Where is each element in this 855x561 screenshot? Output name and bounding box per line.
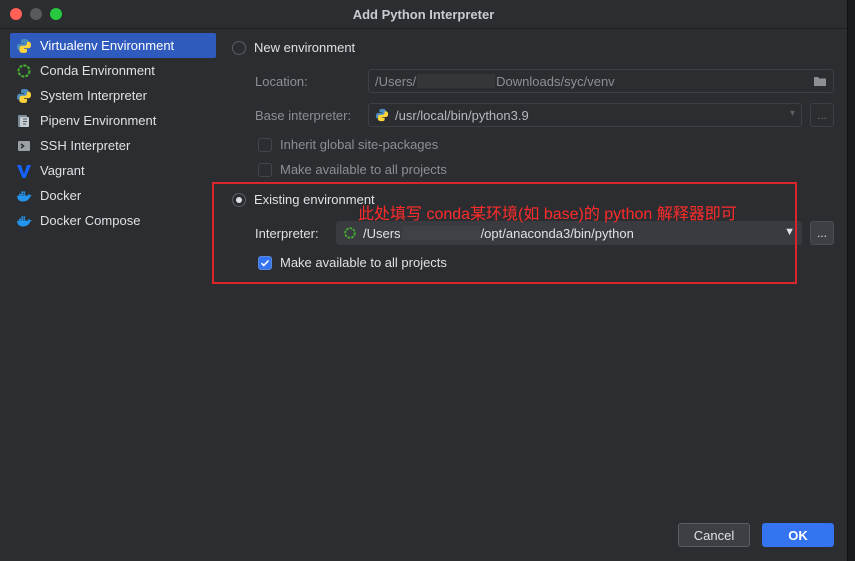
dialog-title: Add Python Interpreter xyxy=(352,7,495,22)
location-label: Location: xyxy=(255,74,308,89)
chevron-down-icon: ▾ xyxy=(789,108,795,119)
base-interpreter-value: /usr/local/bin/python3.9 xyxy=(395,107,529,123)
title-bar: Add Python Interpreter xyxy=(0,0,847,29)
ssh-icon xyxy=(16,138,32,154)
sidebar-item-docker-compose[interactable]: Docker Compose xyxy=(10,208,220,233)
sidebar-item-docker[interactable]: Docker xyxy=(10,183,220,208)
sidebar-item-virtualenv[interactable]: Virtualenv Environment xyxy=(10,33,216,58)
sidebar-item-label: Conda Environment xyxy=(40,63,155,78)
docker-icon xyxy=(16,188,32,204)
redacted-username xyxy=(417,74,496,88)
window-edge xyxy=(848,0,855,561)
pipenv-icon xyxy=(16,113,32,129)
sidebar-item-conda[interactable]: Conda Environment xyxy=(10,58,220,83)
docker-compose-icon xyxy=(16,213,32,229)
inherit-packages-checkbox[interactable] xyxy=(258,137,272,152)
sidebar-item-label: Docker xyxy=(40,188,82,203)
base-interpreter-browse-button[interactable]: ... xyxy=(810,103,834,127)
inherit-packages-row[interactable]: Inherit global site-packages xyxy=(258,137,438,152)
vagrant-icon xyxy=(16,163,32,179)
cancel-button[interactable]: Cancel xyxy=(678,523,750,547)
base-interpreter-select[interactable]: /usr/local/bin/python3.9 ▾ xyxy=(368,103,802,127)
conda-icon xyxy=(16,63,32,79)
folder-icon[interactable] xyxy=(813,74,827,91)
new-env-make-available-checkbox[interactable] xyxy=(258,162,272,177)
new-environment-radio[interactable]: New environment xyxy=(232,40,355,55)
dialog-window: Add Python Interpreter Virtualenv Enviro… xyxy=(0,0,848,561)
virtualenv-icon xyxy=(16,38,32,54)
radio-button[interactable] xyxy=(232,40,246,55)
base-interpreter-label: Base interpreter: xyxy=(255,108,352,123)
new-environment-label: New environment xyxy=(254,40,356,55)
location-value-suffix: Downloads/syc/venv xyxy=(496,73,615,89)
python-icon xyxy=(375,108,389,122)
new-env-make-available-label: Make available to all projects xyxy=(280,162,447,177)
inherit-packages-label: Inherit global site-packages xyxy=(280,137,439,152)
location-value-prefix: /Users/ xyxy=(375,73,417,89)
sidebar-item-system[interactable]: System Interpreter xyxy=(10,83,220,108)
ok-button[interactable]: OK xyxy=(762,523,834,547)
interpreter-type-list: Virtualenv Environment Conda Environment… xyxy=(10,33,220,233)
sidebar-item-pipenv[interactable]: Pipenv Environment xyxy=(10,108,220,133)
annotation-text: 此处填写 conda某环境(如 base)的 python 解释器即可 xyxy=(358,206,737,223)
sidebar-item-ssh[interactable]: SSH Interpreter xyxy=(10,133,220,158)
sidebar-item-label: Pipenv Environment xyxy=(40,113,157,128)
sidebar-item-label: Vagrant xyxy=(40,163,85,178)
sidebar-item-label: Docker Compose xyxy=(40,213,141,228)
new-env-make-available-row[interactable]: Make available to all projects xyxy=(258,162,447,177)
sidebar-item-vagrant[interactable]: Vagrant xyxy=(10,158,220,183)
sidebar-item-label: SSH Interpreter xyxy=(40,138,131,153)
sidebar-item-label: Virtualenv Environment xyxy=(40,38,175,53)
interpreter-browse-button[interactable]: ... xyxy=(810,221,834,245)
sidebar-item-label: System Interpreter xyxy=(40,88,147,103)
location-field[interactable]: /Users/ Downloads/syc/venv xyxy=(368,69,834,93)
annotation-highlight-box xyxy=(212,182,797,284)
python-icon xyxy=(16,88,32,104)
